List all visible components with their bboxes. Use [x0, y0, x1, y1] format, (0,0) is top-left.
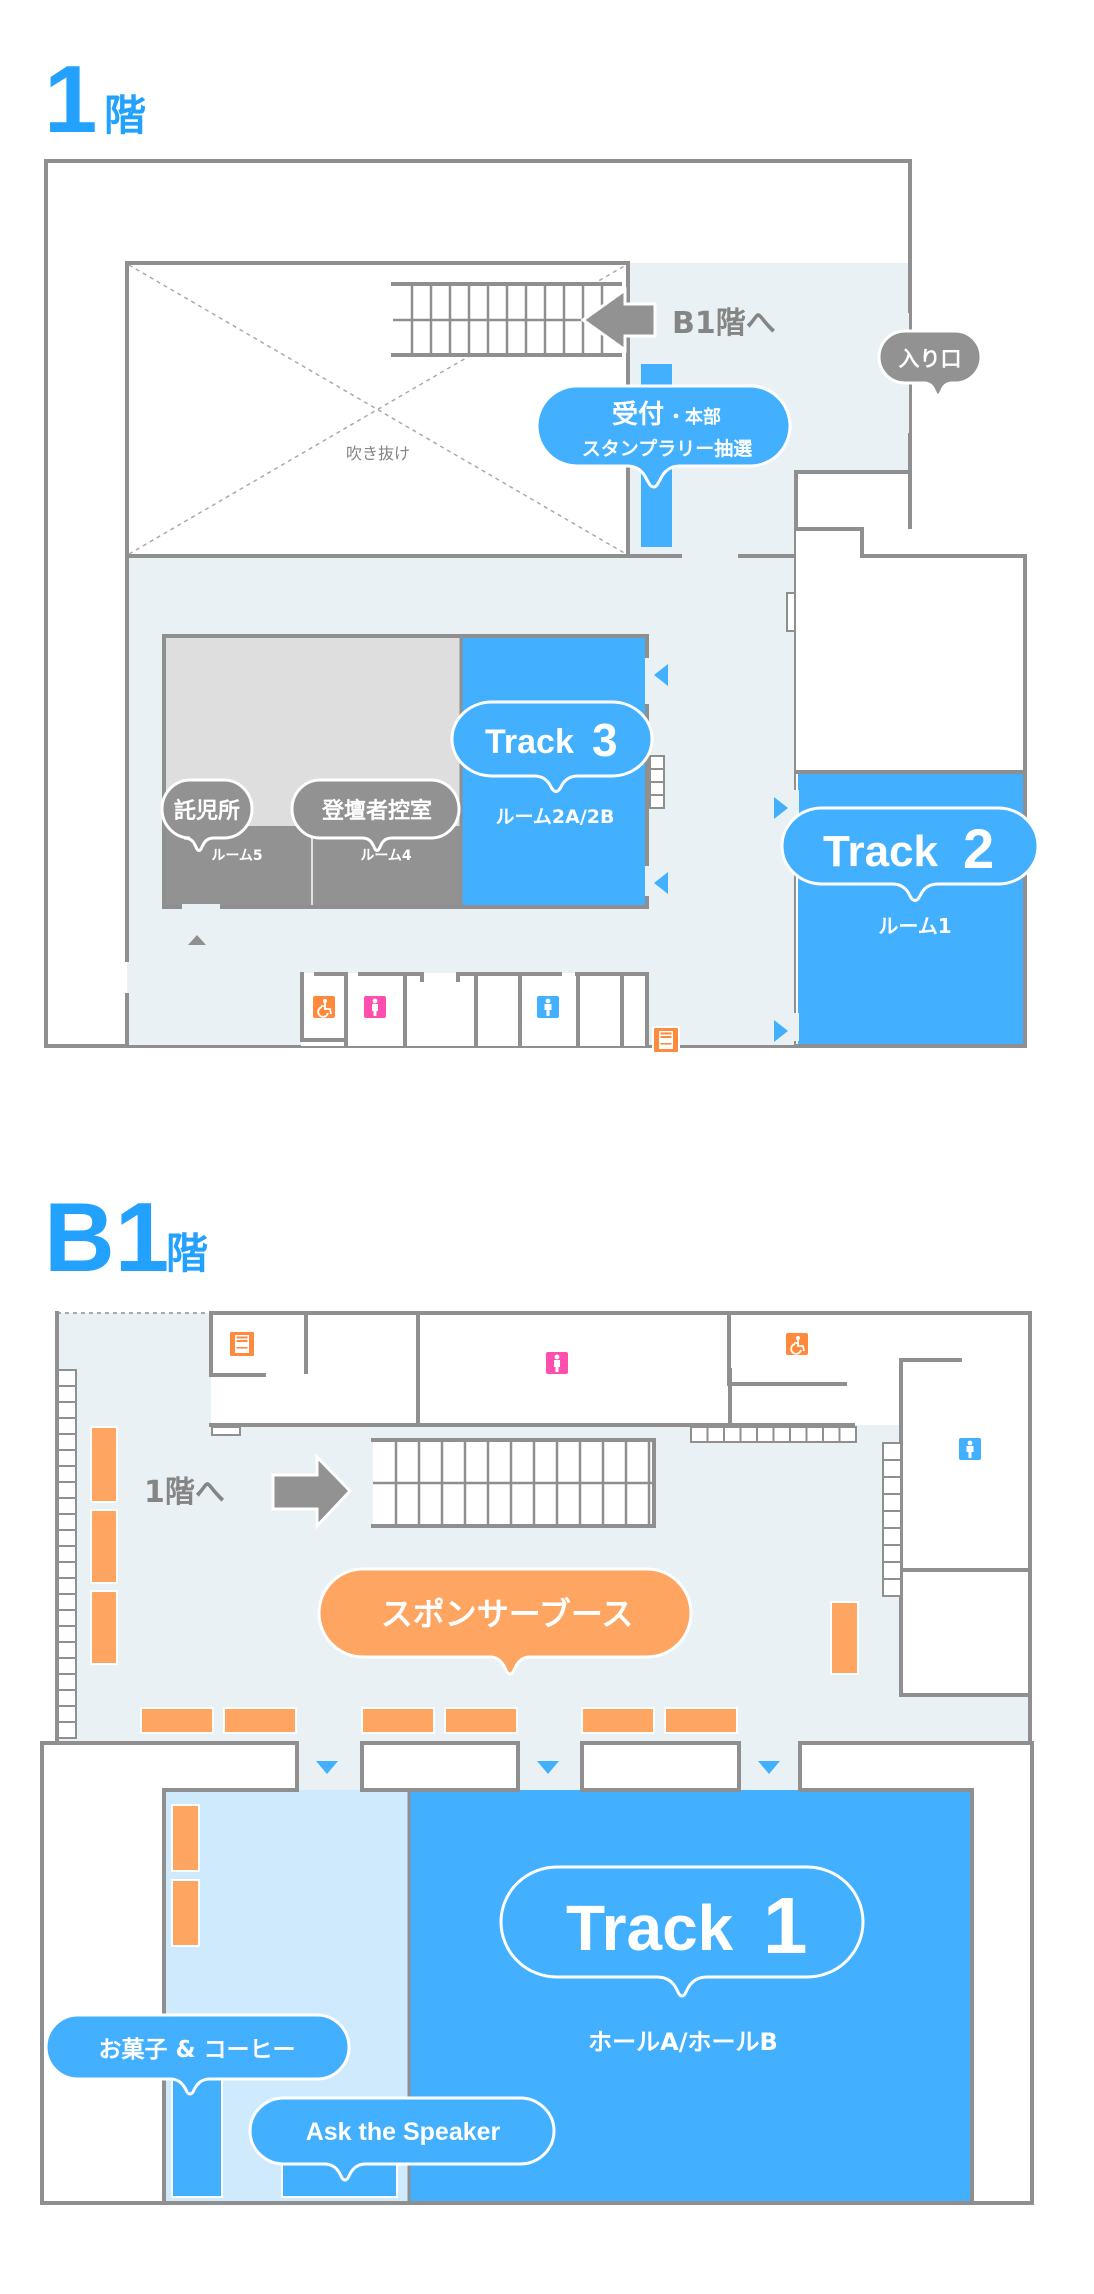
stair-step: [57, 1657, 77, 1675]
to-b1-label[interactable]: B1階へ: [672, 306, 776, 341]
womens-restroom-icon: [364, 996, 386, 1018]
escalator-left[interactable]: [57, 1369, 77, 1739]
booth[interactable]: [171, 1804, 200, 1872]
booth[interactable]: [140, 1707, 214, 1734]
stair-step: [57, 1545, 77, 1563]
stair-step: [57, 1721, 77, 1739]
booth[interactable]: [90, 1426, 118, 1503]
stair-step: [57, 1705, 77, 1723]
booth[interactable]: [90, 1509, 118, 1584]
booth[interactable]: [830, 1601, 859, 1675]
wheelchair-restroom-icon: [785, 1332, 809, 1356]
stair-step: [706, 1426, 725, 1443]
sponsor-label: スポンサーブース: [381, 1595, 633, 1633]
nursery-label: 託児所: [174, 798, 240, 824]
stair-step: [805, 1426, 824, 1443]
to-1f-label[interactable]: 1階へ: [144, 1475, 225, 1510]
stair-step: [57, 1561, 77, 1579]
stair-step: [882, 1459, 902, 1478]
vending-machine-icon: [652, 1026, 680, 1054]
track1-word: Track: [566, 1892, 734, 1964]
stair-step: [822, 1426, 841, 1443]
floor-b1-suffix: 階: [166, 1229, 208, 1278]
stair-step: [57, 1673, 77, 1691]
track1-number: 1: [763, 1881, 808, 1970]
booth[interactable]: [171, 1879, 200, 1947]
floor-1-suffix: 階: [104, 91, 146, 140]
track3-room-label: ルーム2A/2B: [496, 806, 615, 828]
floor-1-number: 1: [44, 46, 97, 153]
stair-step: [57, 1609, 77, 1627]
stair-step: [882, 1442, 902, 1461]
track2-word: Track: [823, 827, 939, 876]
stairs-b1[interactable]: [371, 1438, 656, 1528]
stair-step: [882, 1476, 902, 1495]
stair-step: [57, 1481, 77, 1499]
floor-map: 1 階 吹き抜け B1階へ 受付 ・本部 スタンプラリー抽選 入り口 Track…: [40, 46, 1040, 2205]
track1-room-label: ホールA/ホールB: [588, 2028, 778, 2056]
stair-step: [57, 1433, 77, 1451]
floor-b1-number: B1: [44, 1182, 169, 1292]
stair-step: [838, 1426, 857, 1443]
track3-word: Track: [485, 723, 574, 761]
floor-1: 1 階 吹き抜け B1階へ 受付 ・本部 スタンプラリー抽選 入り口 Track…: [44, 46, 1040, 1054]
reception-sub-label: ・本部: [667, 406, 721, 428]
stair-step: [882, 1493, 902, 1512]
stair-step: [723, 1426, 742, 1443]
stair-step: [882, 1544, 902, 1563]
reception-label: 受付: [612, 399, 664, 430]
booth[interactable]: [664, 1707, 738, 1734]
track2-number: 2: [963, 817, 994, 880]
stair-step: [57, 1497, 77, 1515]
stair-step: [882, 1561, 902, 1580]
floor-b1: B1 階 1階へ スポンサーブース Track 1 ホールA/ホールB お菓子 …: [40, 1182, 1034, 2205]
stair-step: [739, 1426, 758, 1443]
stair-step: [57, 1577, 77, 1595]
escalator-top[interactable]: [690, 1426, 857, 1443]
sponsor-balloon[interactable]: スポンサーブース: [317, 1567, 693, 1676]
stair-step: [789, 1426, 808, 1443]
stair-step: [57, 1385, 77, 1403]
booth[interactable]: [444, 1707, 518, 1734]
stair-step: [57, 1689, 77, 1707]
room4-label: ルーム4: [360, 848, 412, 864]
void-label: 吹き抜け: [346, 444, 410, 463]
stair-step: [690, 1426, 709, 1443]
stair-step: [57, 1417, 77, 1435]
stair-step: [882, 1527, 902, 1546]
stair-step: [57, 1465, 77, 1483]
snack-label: お菓子 & コーヒー: [98, 2037, 295, 2063]
mens-restroom-icon: [959, 1438, 981, 1460]
stair-step: [882, 1578, 902, 1597]
speaker-room-label: 登壇者控室: [321, 798, 432, 824]
stair-step: [57, 1401, 77, 1419]
wheelchair-restroom-icon: [312, 995, 336, 1019]
stair-step: [882, 1510, 902, 1529]
stair-step: [772, 1426, 791, 1443]
track3-number: 3: [592, 714, 618, 766]
restrooms-1f: [300, 972, 680, 1054]
entrance-label: 入り口: [899, 347, 962, 371]
stamp-rally-label: スタンプラリー抽選: [582, 437, 752, 460]
escalator-right[interactable]: [882, 1442, 902, 1597]
womens-restroom-icon: [546, 1352, 568, 1374]
stair-step: [57, 1369, 77, 1387]
booth[interactable]: [581, 1707, 655, 1734]
mens-restroom-icon: [537, 996, 559, 1018]
track2-room-label: ルーム1: [878, 914, 951, 938]
ask-speaker-label: Ask the Speaker: [306, 2118, 501, 2146]
vending-machine-icon: [228, 1330, 256, 1358]
booth[interactable]: [90, 1590, 118, 1665]
stair-step: [57, 1625, 77, 1643]
room5-label: ルーム5: [211, 848, 262, 864]
booth[interactable]: [223, 1707, 297, 1734]
stair-step: [57, 1593, 77, 1611]
stair-step: [57, 1529, 77, 1547]
stair-step: [57, 1513, 77, 1531]
stair-step: [57, 1641, 77, 1659]
stair-step: [57, 1449, 77, 1467]
booth[interactable]: [361, 1707, 435, 1734]
stair-step: [756, 1426, 775, 1443]
